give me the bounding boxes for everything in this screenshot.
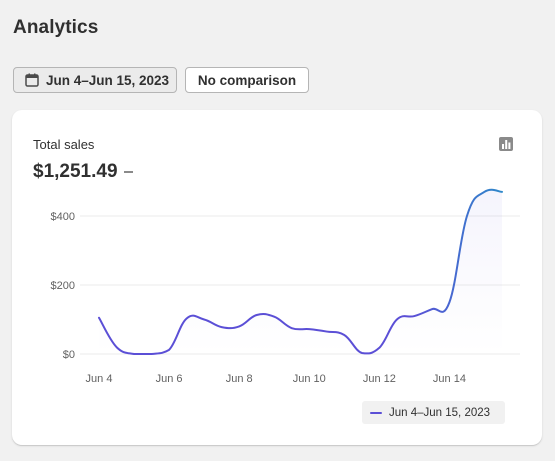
date-range-label: Jun 4–Jun 15, 2023	[46, 72, 170, 88]
x-tick-label: Jun 10	[293, 373, 326, 385]
y-tick-label: $200	[51, 280, 75, 292]
legend-swatch	[370, 411, 382, 414]
y-tick-label: $400	[51, 211, 75, 223]
date-range-button[interactable]: Jun 4–Jun 15, 2023	[13, 67, 177, 93]
x-tick-label: Jun 12	[363, 373, 396, 385]
calendar-icon	[25, 73, 39, 87]
comparison-label: No comparison	[197, 72, 297, 88]
sales-line-chart: $0 $200 $400 Jun 4 Jun 6 Jun 8 Jun 10 Jun 12 Jun…	[51, 188, 520, 385]
chart-legend[interactable]: Jun 4–Jun 15, 2023	[362, 401, 505, 424]
x-tick-label: Jun 4	[86, 373, 113, 385]
y-tick-label: $0	[63, 349, 75, 361]
total-sales-card: Total sales $1,251.49 $0 $200 $400 Jun 4 Jun…	[12, 110, 542, 445]
x-tick-label: Jun 6	[156, 373, 183, 385]
comparison-button[interactable]: No comparison	[185, 67, 309, 93]
x-tick-label: Jun 14	[433, 373, 466, 385]
x-tick-label: Jun 8	[226, 373, 253, 385]
legend-label: Jun 4–Jun 15, 2023	[389, 406, 491, 419]
page-title: Analytics	[13, 17, 99, 38]
